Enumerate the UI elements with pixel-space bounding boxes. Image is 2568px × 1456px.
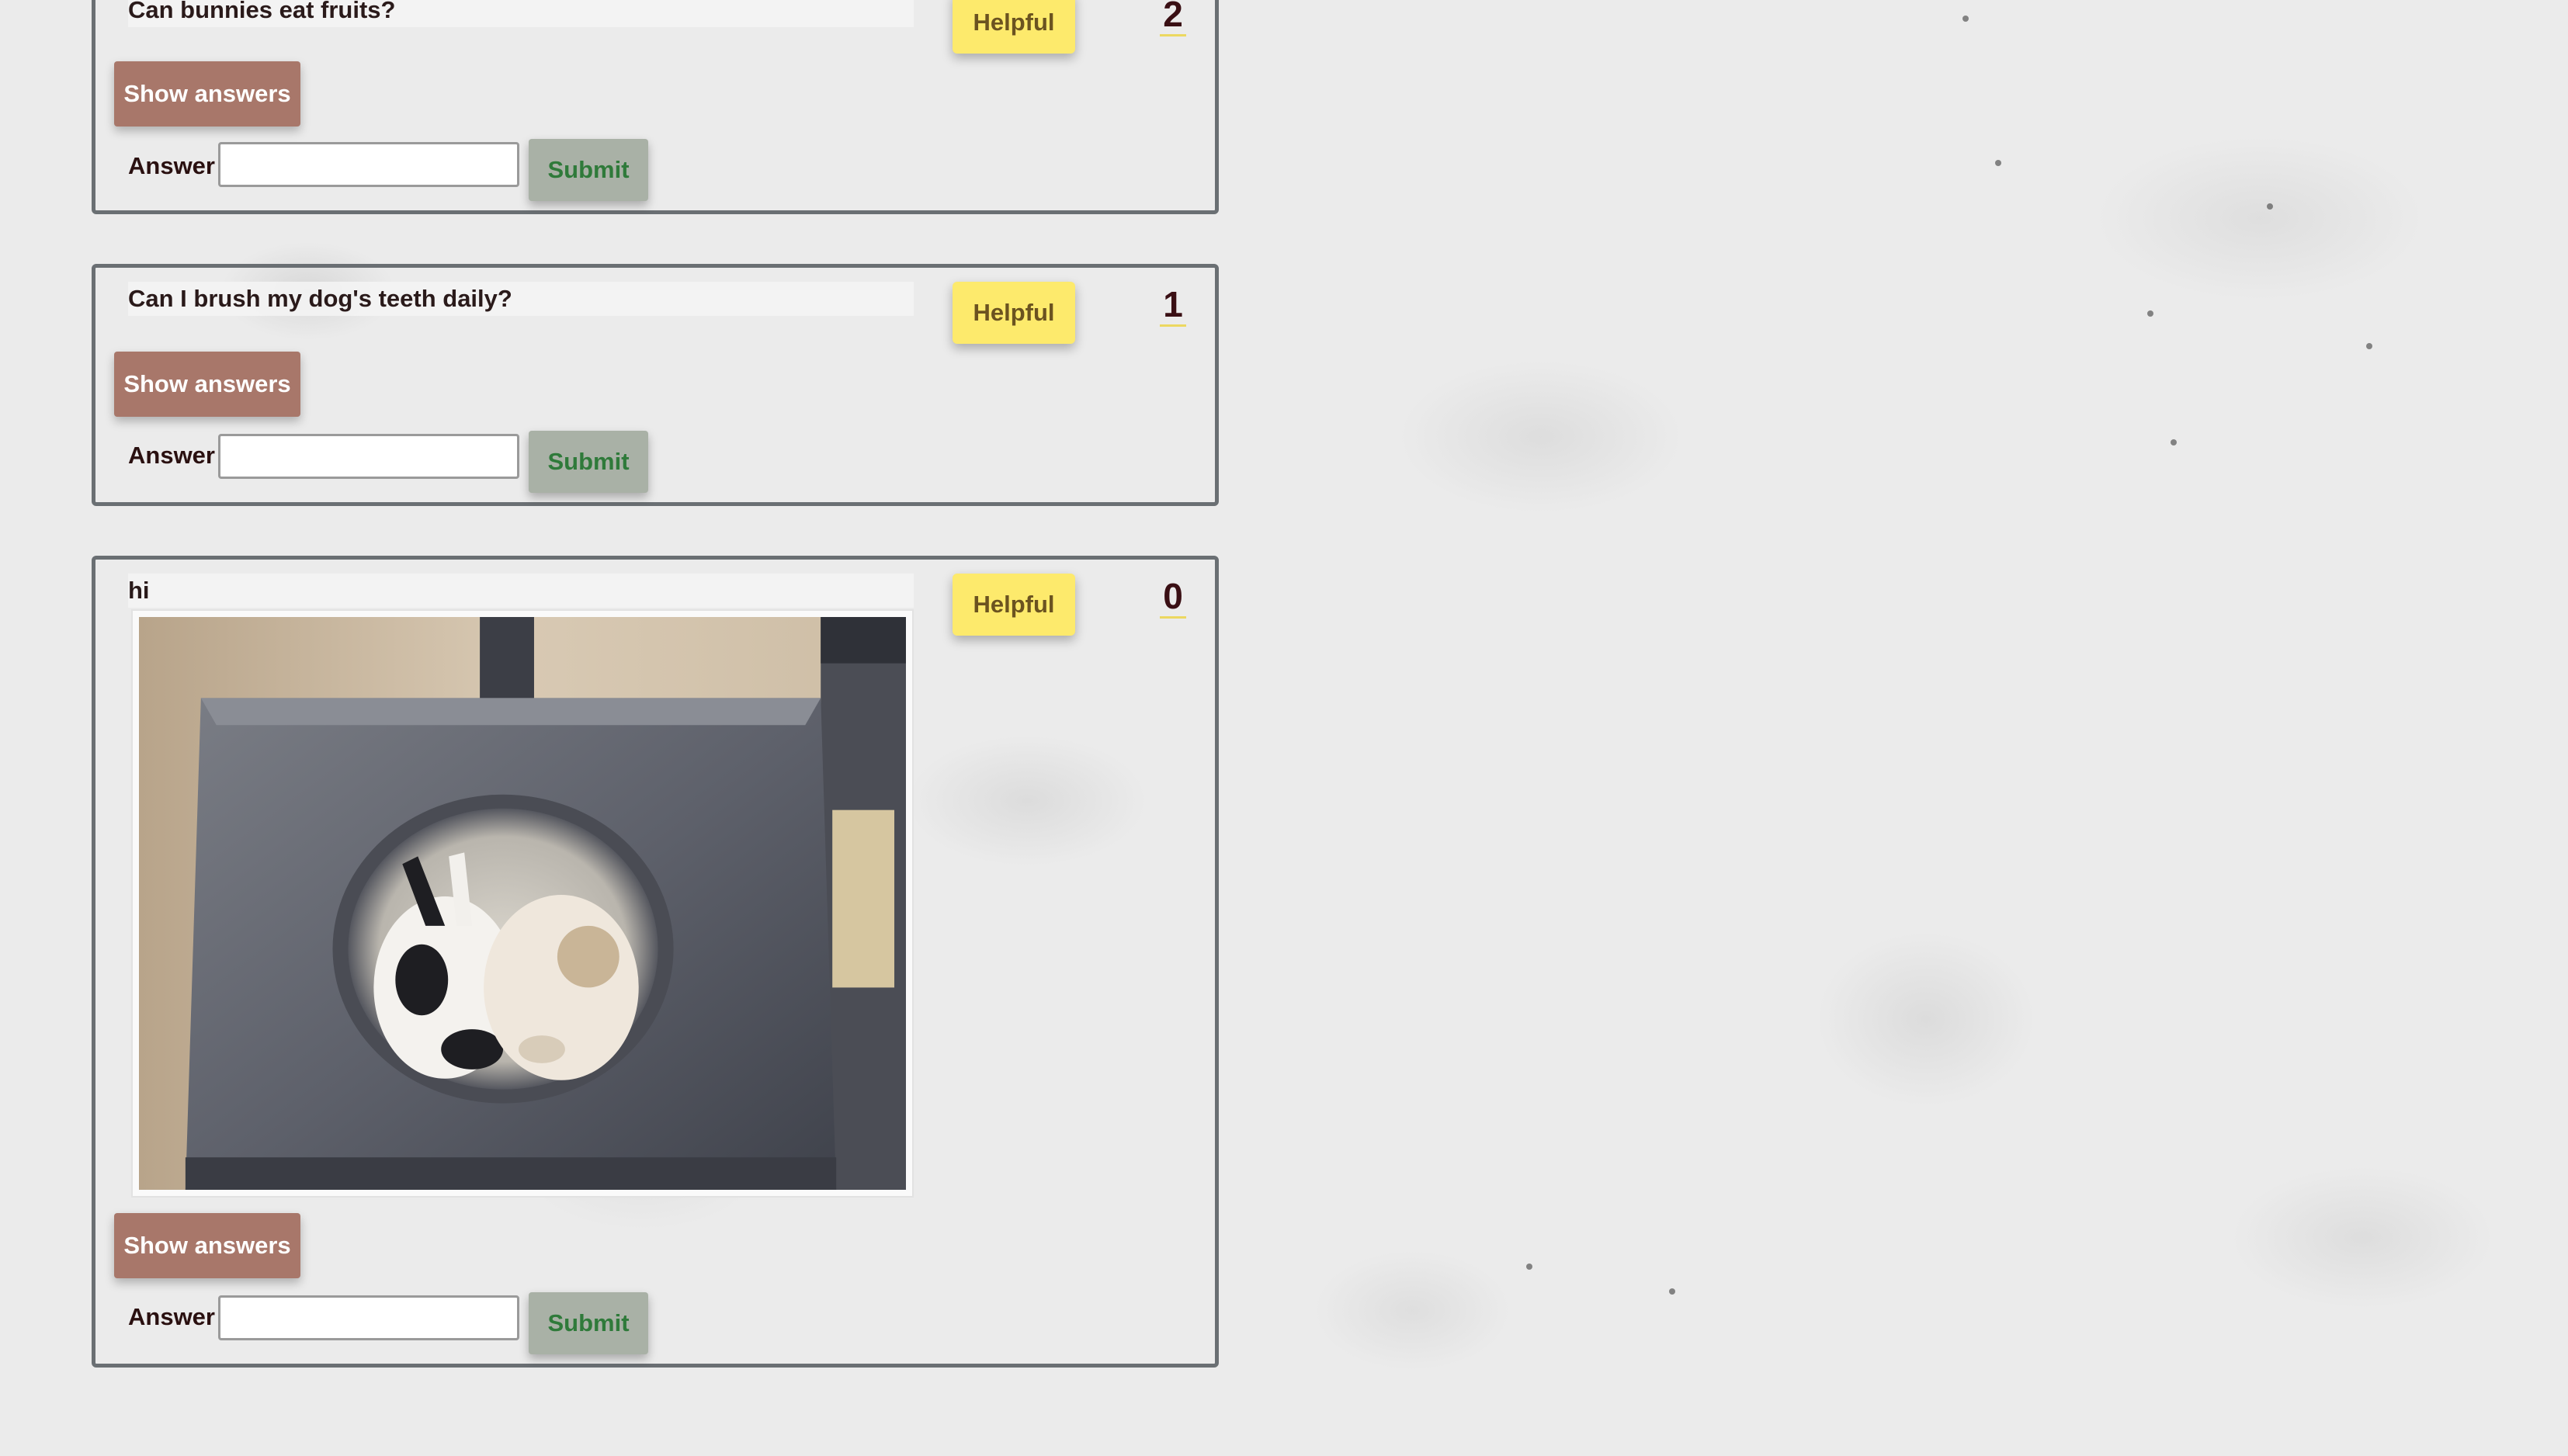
question-card: hi Helpful 0 Show answers Answer Submit: [92, 556, 1219, 1368]
answer-input[interactable]: [218, 1295, 519, 1340]
background-speck: [1669, 1288, 1675, 1295]
show-answers-button[interactable]: Show answers: [114, 1213, 300, 1278]
question-text: Can bunnies eat fruits?: [128, 0, 914, 27]
question-card: Can I brush my dog's teeth daily? Helpfu…: [92, 264, 1219, 506]
helpful-button[interactable]: Helpful: [953, 0, 1075, 54]
answer-label: Answer: [128, 152, 215, 179]
helpful-count: 2: [1150, 0, 1196, 36]
submit-button[interactable]: Submit: [529, 431, 648, 493]
question-card: Can bunnies eat fruits? Helpful 2 Show a…: [92, 0, 1219, 214]
rabbits-in-cat-tree-image: [139, 617, 906, 1190]
show-answers-button[interactable]: Show answers: [114, 61, 300, 127]
submit-button[interactable]: Submit: [529, 1292, 648, 1354]
helpful-count: 1: [1150, 283, 1196, 327]
submit-button[interactable]: Submit: [529, 139, 648, 201]
answer-input[interactable]: [218, 434, 519, 479]
show-answers-button[interactable]: Show answers: [114, 352, 300, 417]
question-photo: [131, 609, 914, 1198]
helpful-button[interactable]: Helpful: [953, 282, 1075, 344]
background-speck: [1526, 1264, 1532, 1270]
answer-label: Answer: [128, 1303, 215, 1330]
background-speck: [2366, 343, 2372, 349]
helpful-count: 0: [1150, 575, 1196, 619]
background-speck: [2147, 310, 2153, 317]
answer-label: Answer: [128, 442, 215, 469]
question-text: hi: [128, 574, 914, 608]
background-speck: [1962, 16, 1969, 22]
background-speck: [2171, 439, 2177, 445]
helpful-button[interactable]: Helpful: [953, 574, 1075, 636]
question-text: Can I brush my dog's teeth daily?: [128, 282, 914, 316]
answer-input[interactable]: [218, 142, 519, 187]
background-speck: [2267, 203, 2273, 210]
background-speck: [1995, 160, 2001, 166]
